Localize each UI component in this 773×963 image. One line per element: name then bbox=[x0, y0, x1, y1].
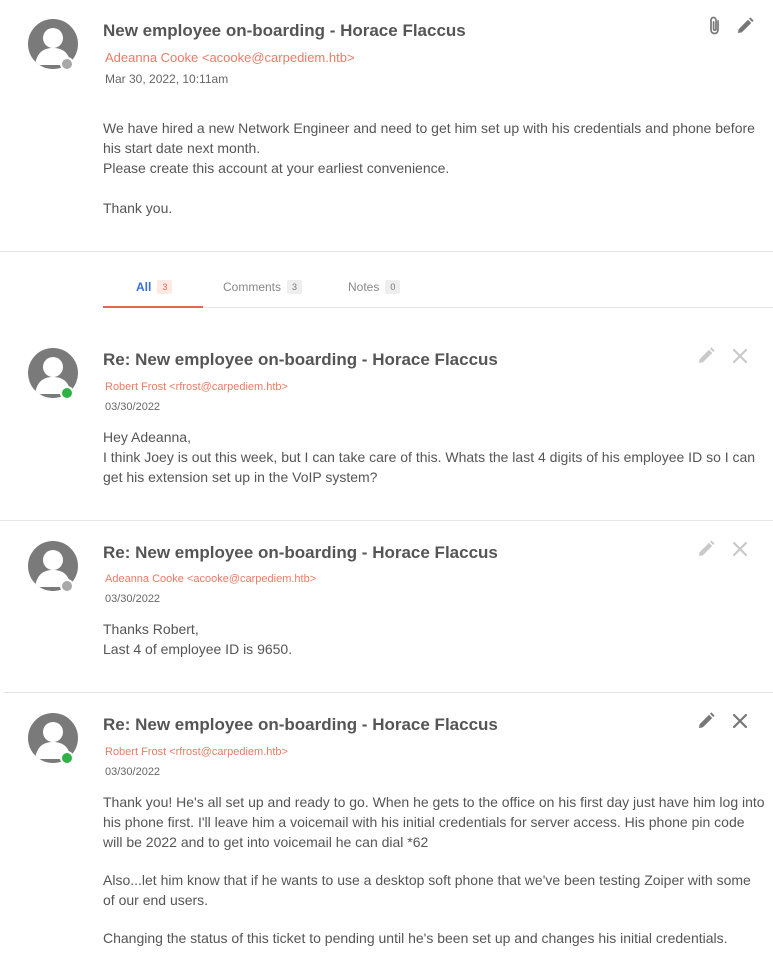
comment-date: 03/30/2022 bbox=[105, 766, 161, 778]
comment-author[interactable]: Robert Frost <rfrost@carpediem.htb> bbox=[105, 381, 288, 393]
comment-paragraph: Hey Adeanna, bbox=[103, 429, 191, 445]
status-offline-indicator bbox=[60, 57, 74, 71]
comment-paragraph: Also...let him know that if he wants to … bbox=[103, 872, 751, 908]
status-online-indicator bbox=[60, 751, 74, 765]
status-online-indicator bbox=[60, 386, 74, 400]
ticket-title: New employee on-boarding - Horace Flaccu… bbox=[103, 21, 466, 40]
pencil-icon[interactable] bbox=[696, 346, 716, 371]
tab-label: Comments bbox=[223, 280, 282, 294]
comment-date: 03/30/2022 bbox=[105, 593, 161, 605]
tab-all[interactable]: All 3 bbox=[136, 280, 173, 294]
ticket-body-paragraph: We have hired a new Network Engineer and… bbox=[103, 120, 755, 156]
paperclip-icon[interactable] bbox=[705, 15, 725, 42]
comment-date: 03/30/2022 bbox=[105, 401, 161, 413]
status-offline-indicator bbox=[60, 579, 74, 593]
ticket-body-paragraph: Please create this account at your earli… bbox=[103, 160, 450, 176]
comment-author[interactable]: Adeanna Cooke <acooke@carpediem.htb> bbox=[105, 573, 316, 585]
comment-body: Hey Adeanna, I think Joey is out this we… bbox=[103, 427, 763, 487]
thread-tabs: All 3 Comments 3 Notes 0 bbox=[103, 272, 773, 308]
comment-paragraph: I think Joey is out this week, but I can… bbox=[103, 449, 756, 485]
comment-title: Re: New employee on-boarding - Horace Fl… bbox=[103, 715, 498, 734]
ticket-date: Mar 30, 2022, 10:11am bbox=[105, 72, 229, 86]
tab-count-badge: 3 bbox=[157, 280, 173, 294]
pencil-icon[interactable] bbox=[735, 16, 755, 41]
ticket-author[interactable]: Adeanna Cooke <acooke@carpediem.htb> bbox=[105, 50, 355, 65]
comment-paragraph: Changing the status of this ticket to pe… bbox=[103, 930, 728, 946]
tab-count-badge: 3 bbox=[287, 280, 303, 294]
tab-label: Notes bbox=[348, 280, 380, 294]
pencil-icon[interactable] bbox=[696, 539, 716, 564]
active-tab-underline bbox=[103, 306, 203, 308]
ticket-body: We have hired a new Network Engineer and… bbox=[103, 118, 763, 218]
tab-count-badge: 0 bbox=[385, 280, 401, 294]
pencil-icon[interactable] bbox=[696, 711, 716, 736]
divider bbox=[3, 692, 773, 693]
close-icon[interactable] bbox=[732, 713, 748, 734]
tab-comments[interactable]: Comments 3 bbox=[223, 280, 303, 294]
tab-label: All bbox=[136, 280, 152, 294]
comment-paragraph: Thank you! He's all set up and ready to … bbox=[103, 794, 765, 850]
ticket-body-paragraph: Thank you. bbox=[103, 200, 173, 216]
divider bbox=[0, 251, 773, 252]
close-icon[interactable] bbox=[732, 348, 748, 369]
comment-body: Thanks Robert, Last 4 of employee ID is … bbox=[103, 619, 763, 659]
comment-title: Re: New employee on-boarding - Horace Fl… bbox=[103, 350, 498, 369]
divider bbox=[0, 520, 773, 521]
comment-paragraph: Thanks Robert, bbox=[103, 621, 199, 637]
comment-body: Thank you! He's all set up and ready to … bbox=[103, 792, 765, 948]
close-icon[interactable] bbox=[732, 541, 748, 562]
tab-notes[interactable]: Notes 0 bbox=[348, 280, 401, 294]
comment-author[interactable]: Robert Frost <rfrost@carpediem.htb> bbox=[105, 746, 288, 758]
comment-title: Re: New employee on-boarding - Horace Fl… bbox=[103, 543, 498, 562]
comment-paragraph: Last 4 of employee ID is 9650. bbox=[103, 641, 293, 657]
